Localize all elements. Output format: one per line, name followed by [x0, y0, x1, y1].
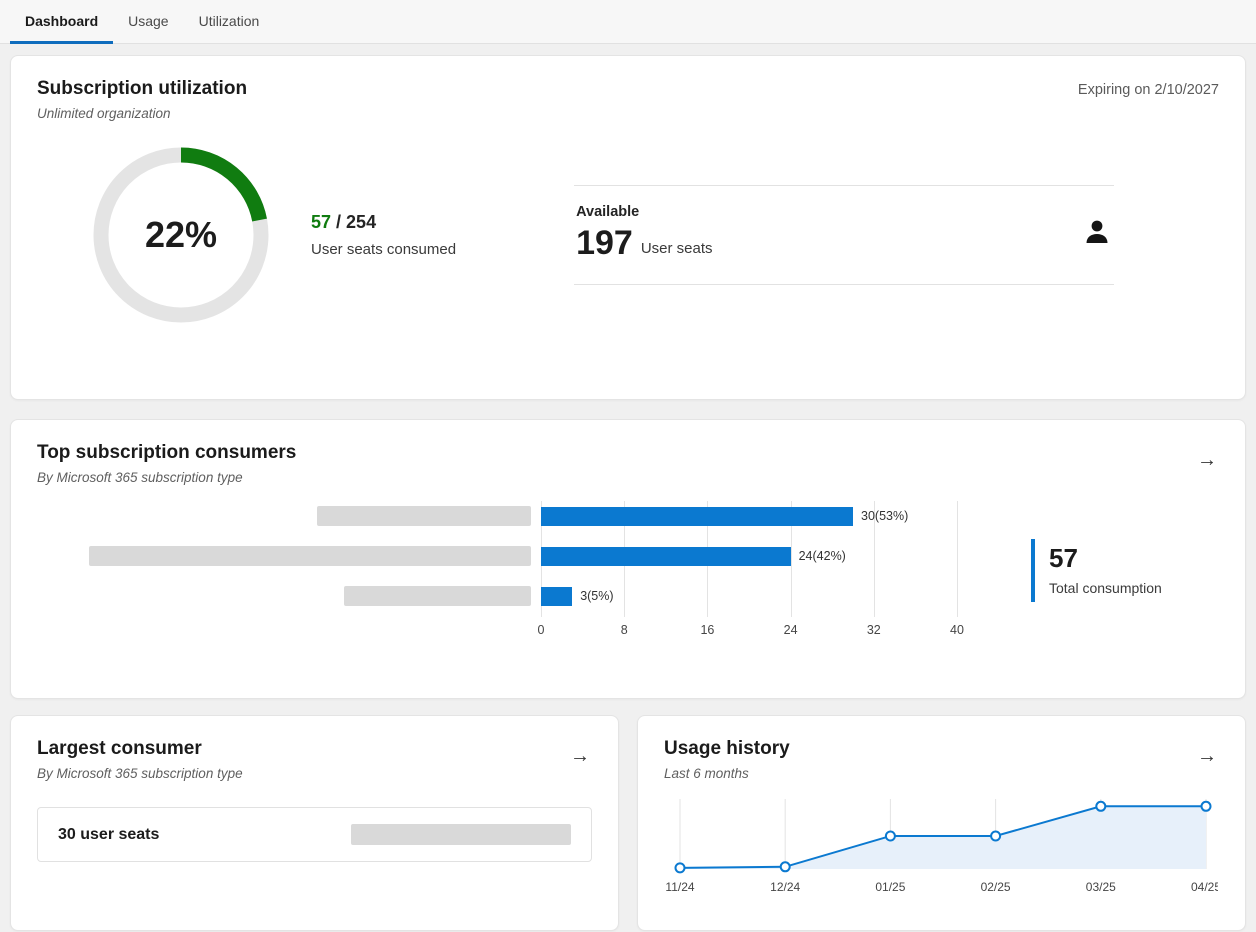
x-tick-label: 8: [621, 623, 628, 637]
tab-dashboard[interactable]: Dashboard: [10, 0, 113, 44]
tab-usage[interactable]: Usage: [113, 0, 183, 44]
tab-dashboard-label: Dashboard: [25, 13, 98, 29]
redacted-consumer-name: [351, 824, 571, 845]
available-caption: User seats: [641, 240, 713, 260]
tab-bar: Dashboard Usage Utilization: [0, 0, 1256, 44]
data-point: [676, 863, 685, 872]
x-tick-label: 16: [700, 623, 714, 637]
bar-value-label: 24(42%): [799, 549, 846, 563]
bar: [541, 547, 791, 566]
data-point: [886, 832, 895, 841]
expiry-text: Expiring on 2/10/2027: [1078, 82, 1219, 98]
consumed-total: / 254: [336, 212, 376, 232]
bar: [541, 587, 572, 606]
x-tick-label: 0: [538, 623, 545, 637]
redacted-category-label: [344, 586, 531, 606]
x-tick-label: 01/25: [875, 880, 905, 894]
total-consumption-value: 57: [1049, 543, 1162, 574]
x-tick-label: 03/25: [1086, 880, 1116, 894]
top-consumers-chart-zone: 0 8 16 24 32 40 30(53%) 24(42%) 3(5%) 57 Total c…: [37, 501, 1219, 661]
x-tick-label: 24: [784, 623, 798, 637]
usage-history-line-chart: 11/24 12/24 01/25 02/25 03/25 04/25: [664, 795, 1218, 901]
redacted-category-label: [317, 506, 531, 526]
bar-value-label: 30(53%): [861, 509, 908, 523]
total-consumption-caption: Total consumption: [1049, 580, 1162, 596]
tab-usage-label: Usage: [128, 13, 168, 29]
x-tick-label: 40: [950, 623, 964, 637]
gridline: [957, 501, 958, 617]
bar-value-label: 3(5%): [580, 589, 613, 603]
dashboard-page: Subscription utilization Unlimited organ…: [0, 44, 1256, 931]
largest-consumer-title: Largest consumer: [37, 738, 243, 760]
consumed-caption: User seats consumed: [311, 241, 456, 258]
top-consumers-card: Top subscription consumers By Microsoft …: [10, 419, 1246, 699]
bar: [541, 507, 853, 526]
top-consumers-bar-chart: 081624324030(53%)24(42%)3(5%): [541, 501, 957, 651]
redacted-category-label: [89, 546, 531, 566]
data-point: [1202, 802, 1211, 811]
subscription-card-subtitle: Unlimited organization: [37, 106, 247, 121]
top-consumers-subtitle: By Microsoft 365 subscription type: [37, 470, 296, 485]
subscription-utilization-card: Subscription utilization Unlimited organ…: [10, 55, 1246, 400]
total-consumption: 57 Total consumption: [1031, 539, 1162, 602]
tab-utilization-label: Utilization: [199, 13, 260, 29]
usage-history-subtitle: Last 6 months: [664, 766, 790, 781]
usage-history-card: Usage history Last 6 months → 11/24 12/24…: [637, 715, 1246, 931]
data-point: [991, 832, 1000, 841]
x-tick-label: 11/24: [665, 880, 694, 894]
consumed-count: 57: [311, 212, 331, 232]
consumed-summary: 57 / 254 User seats consumed: [311, 212, 456, 258]
top-consumers-details-arrow-icon[interactable]: →: [1195, 448, 1219, 472]
top-consumers-title: Top subscription consumers: [37, 442, 296, 464]
x-tick-label: 02/25: [981, 880, 1011, 894]
usage-history-title: Usage history: [664, 738, 790, 760]
x-tick-label: 32: [867, 623, 881, 637]
largest-consumer-card: Largest consumer By Microsoft 365 subscr…: [10, 715, 619, 931]
donut-percent-label: 22%: [93, 147, 269, 323]
x-tick-label: 04/25: [1191, 880, 1218, 894]
largest-consumer-row: 30 user seats: [37, 807, 592, 862]
area-fill: [680, 806, 1206, 869]
largest-consumer-value: 30 user seats: [58, 826, 159, 844]
user-icon: [1082, 217, 1112, 247]
subscription-card-title: Subscription utilization: [37, 78, 247, 100]
available-panel: Available 197 User seats: [574, 185, 1114, 285]
available-label: Available: [576, 204, 712, 220]
usage-history-details-arrow-icon[interactable]: →: [1195, 744, 1219, 768]
largest-consumer-details-arrow-icon[interactable]: →: [568, 744, 592, 768]
utilization-donut-chart: 22%: [93, 147, 269, 323]
x-tick-label: 12/24: [770, 880, 800, 894]
largest-consumer-subtitle: By Microsoft 365 subscription type: [37, 766, 243, 781]
tab-utilization[interactable]: Utilization: [184, 0, 275, 44]
data-point: [781, 862, 790, 871]
available-count: 197: [576, 226, 633, 260]
data-point: [1096, 802, 1105, 811]
